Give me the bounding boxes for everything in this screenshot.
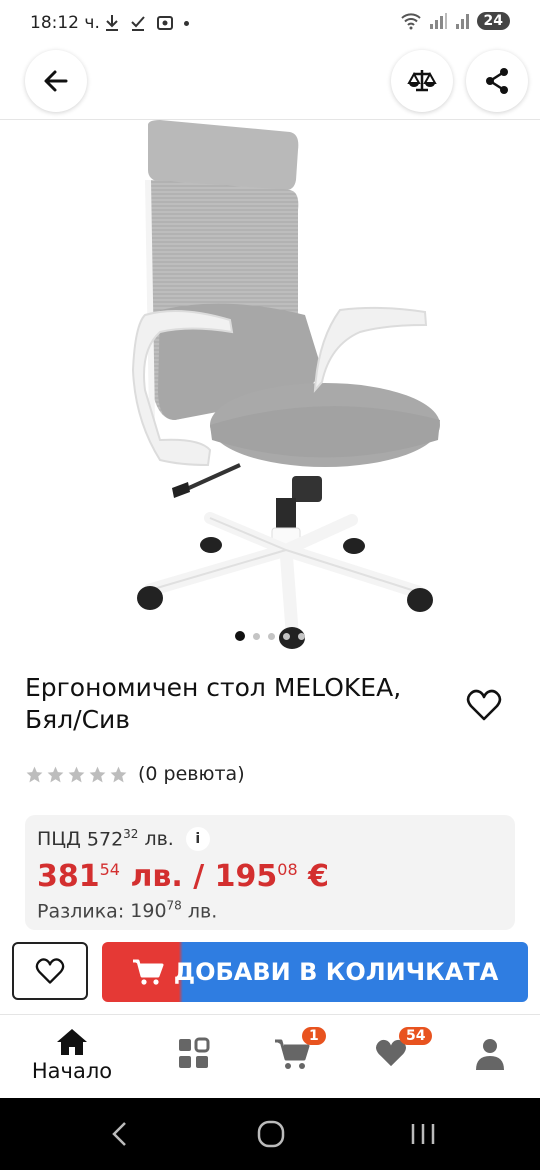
share-button[interactable] (466, 50, 528, 112)
carousel-dot[interactable] (235, 631, 245, 641)
favorites-badge: 54 (399, 1027, 433, 1045)
scales-icon (407, 70, 437, 92)
pcd-dec: 32 (123, 827, 139, 842)
price-card: ПЦД 57232 лв. i 38154 лв. / 19508 € Разл… (25, 815, 515, 930)
price-bgn-currency: лв. (130, 859, 183, 894)
bottom-navigation: Начало 1 54 (0, 1014, 540, 1099)
star-icon (68, 766, 85, 782)
price-eur-currency: € (308, 859, 329, 894)
star-icon (47, 766, 64, 782)
compare-button[interactable] (391, 50, 453, 112)
price-eur-int: 195 (214, 859, 278, 894)
info-icon[interactable]: i (185, 827, 210, 851)
system-navigation-bar (0, 1098, 540, 1170)
price-eur-dec: 08 (277, 860, 298, 879)
system-home-icon[interactable] (257, 1120, 285, 1148)
action-bar: ДОБАВИ В КОЛИЧКАТА (0, 930, 540, 1012)
star-icon (89, 766, 106, 782)
carousel-dot[interactable] (253, 632, 260, 640)
nav-cart[interactable]: 1 (252, 1027, 332, 1071)
dot-icon (184, 20, 189, 26)
screenshot-icon (157, 16, 173, 30)
system-recents-icon[interactable] (410, 1122, 436, 1146)
add-to-cart-button[interactable]: ДОБАВИ В КОЛИЧКАТА (102, 942, 528, 1002)
review-count-link[interactable]: (0 ревюта) (138, 763, 245, 785)
system-back-icon[interactable] (108, 1120, 130, 1148)
diff-dec: 78 (166, 899, 182, 913)
carousel-dot[interactable] (283, 632, 290, 640)
nav-home-label: Начало (31, 1059, 113, 1083)
home-icon (57, 1029, 87, 1055)
product-image-chair (131, 120, 440, 649)
share-icon (486, 68, 508, 94)
back-button[interactable] (25, 50, 87, 112)
recommended-price: ПЦД 57232 лв. i (37, 827, 210, 851)
pcd-int: 572 (86, 828, 124, 851)
product-rating[interactable]: (0 ревюта) (25, 763, 245, 785)
signal-icon-2 (455, 14, 469, 29)
image-carousel-dots (0, 631, 540, 641)
product-image-gallery[interactable] (0, 120, 540, 660)
product-title: Ергономичен стол MELOKEA, Бял/Сив (25, 673, 402, 734)
price-bgn-int: 381 (37, 859, 100, 894)
pcd-label: ПЦД (37, 828, 81, 850)
status-bar: 18:12 ч. 24 (0, 0, 540, 50)
nav-favorites[interactable]: 54 (351, 1027, 433, 1069)
battery-indicator: 24 (476, 12, 510, 30)
current-price: 38154 лв. / 19508 € (37, 859, 329, 894)
download-icon (106, 15, 118, 31)
cart-icon (132, 959, 164, 985)
nav-categories[interactable] (154, 1037, 234, 1071)
check-icon (131, 16, 145, 31)
signal-icon (429, 13, 447, 29)
status-notification-icons (104, 14, 189, 32)
price-bgn-dec: 54 (99, 860, 120, 879)
price-difference: Разлика: 19078 лв. (37, 899, 217, 922)
diff-currency: лв. (187, 900, 218, 923)
star-icon (110, 766, 127, 782)
nav-home[interactable]: Начало (32, 1027, 112, 1083)
heart-outline-icon (35, 958, 65, 984)
heart-outline-icon (466, 689, 502, 721)
nav-profile[interactable] (450, 1037, 530, 1071)
diff-int: 190 (130, 900, 167, 923)
add-to-favorites-button[interactable] (12, 942, 88, 1000)
star-icon (26, 766, 43, 782)
add-to-cart-label: ДОБАВИ В КОЛИЧКАТА (173, 958, 499, 986)
user-icon (476, 1039, 504, 1070)
cart-badge: 1 (302, 1027, 326, 1045)
wifi-icon (400, 13, 421, 30)
favorite-toggle-button[interactable] (466, 688, 502, 726)
categories-grid-icon (179, 1037, 210, 1068)
carousel-dot[interactable] (298, 632, 305, 640)
diff-label: Разлика: (37, 900, 125, 923)
pcd-currency: лв. (144, 828, 174, 850)
status-time: 18:12 ч. (30, 13, 100, 33)
price-separator: / (193, 859, 205, 894)
arrow-left-icon (44, 70, 68, 92)
status-system-icons: 24 (400, 12, 510, 30)
carousel-dot[interactable] (268, 632, 275, 640)
rating-stars (25, 765, 128, 784)
